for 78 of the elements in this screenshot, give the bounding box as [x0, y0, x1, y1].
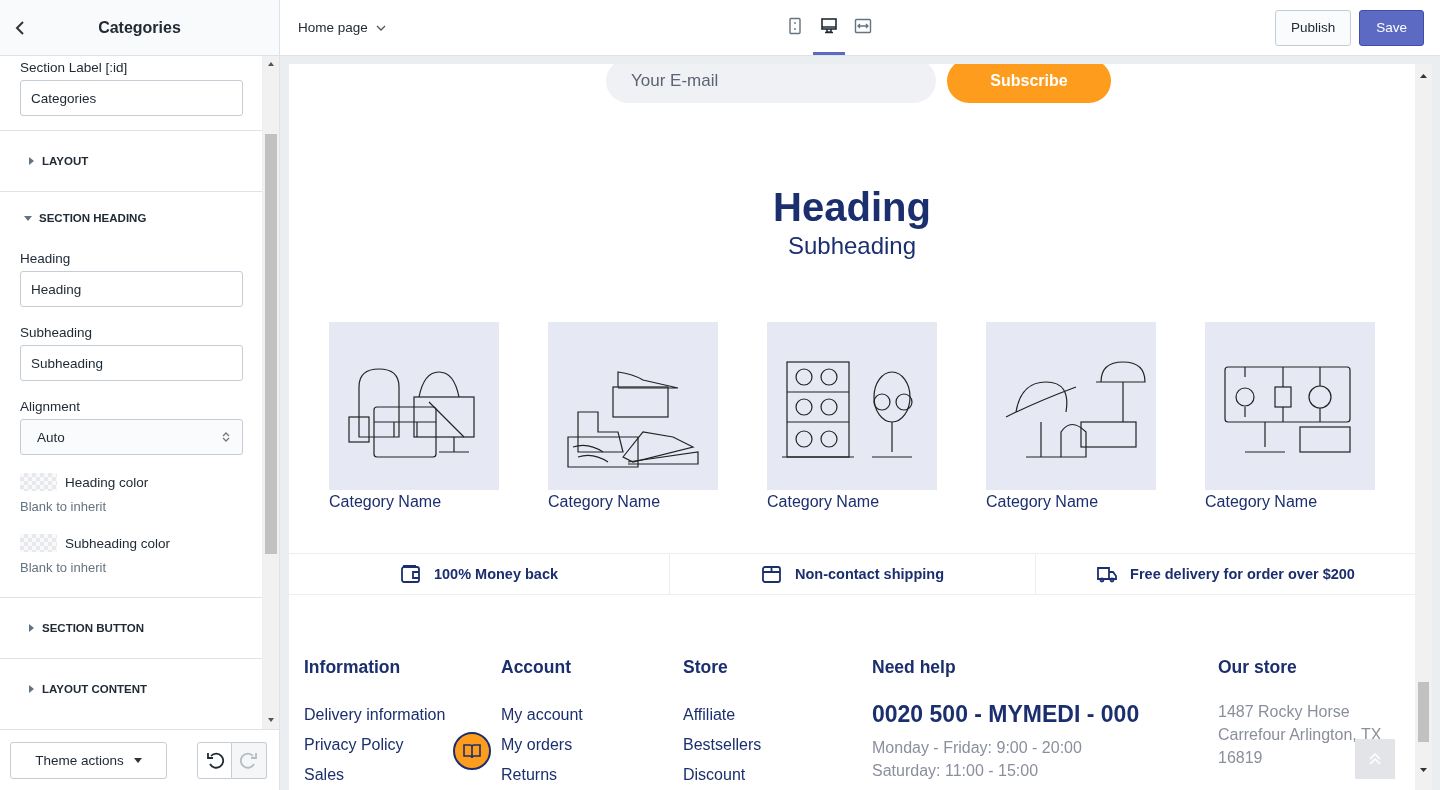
publish-button[interactable]: Publish [1274, 9, 1352, 46]
category-name[interactable]: Category Name [548, 493, 718, 511]
footer-link[interactable]: My orders [501, 730, 573, 760]
feature-label: Free delivery for order over $200 [1130, 566, 1355, 582]
field-label: Subheading [20, 325, 94, 340]
category-name[interactable]: Category Name [767, 493, 937, 511]
address-line: 1487 Rocky Horse [1218, 702, 1350, 722]
page-dropdown[interactable]: Home page [298, 20, 386, 35]
field-label: Alignment [20, 399, 82, 414]
field-label: Section Label [:id] [20, 60, 129, 75]
footer-link[interactable]: Discount [683, 760, 746, 790]
mobile-icon [786, 17, 804, 35]
text-field[interactable]: Categories [20, 80, 243, 116]
back-icon[interactable] [15, 20, 25, 36]
footer-heading: Account [501, 657, 571, 678]
email-field[interactable]: Your E-mail [606, 64, 936, 103]
field-label: Heading [20, 251, 72, 266]
scrollbar[interactable] [1415, 64, 1432, 790]
redo-icon [239, 750, 259, 770]
section-heading: Heading [772, 184, 932, 231]
wallet-icon [399, 564, 422, 584]
opening-hours: Saturday: 11:00 - 15:00 [872, 761, 1039, 781]
fullwidth-icon [854, 17, 872, 35]
hint-text: Blank to inherit [20, 499, 107, 514]
address-line: 16819 [1218, 748, 1263, 768]
section-toggle[interactable]: LAYOUT [0, 155, 89, 167]
feature-label: Non-contact shipping [795, 566, 944, 582]
footer-heading: Store [683, 657, 728, 678]
feature-label: 100% Money back [433, 566, 559, 582]
color-label: Heading color [65, 474, 149, 490]
eyeglasses-drawing[interactable] [767, 322, 937, 490]
scrollbar[interactable] [263, 56, 279, 729]
caret-icon [133, 757, 142, 763]
book-badge[interactable] [453, 732, 491, 770]
footer-link[interactable]: Bestsellers [683, 730, 762, 760]
book-icon [462, 743, 482, 759]
opening-hours: Monday - Friday: 9:00 - 20:00 [872, 738, 1082, 758]
footer-heading: Our store [1218, 657, 1297, 678]
triangle-icon [27, 624, 35, 632]
box-icon [761, 564, 783, 584]
color-swatch[interactable] [20, 534, 57, 552]
text-field[interactable]: Heading [20, 271, 243, 307]
footer-link[interactable]: Privacy Policy [304, 730, 404, 760]
triangle-icon [27, 685, 35, 693]
category-name[interactable]: Category Name [329, 493, 499, 511]
color-swatch[interactable] [20, 473, 57, 491]
undo-icon [204, 750, 225, 770]
category-name[interactable]: Category Name [1205, 493, 1375, 511]
up-down-icon [222, 431, 230, 443]
color-label: Subheading color [65, 535, 171, 551]
double-chevron-up-icon [1368, 752, 1382, 766]
save-button[interactable]: Save [1359, 9, 1424, 46]
category-name[interactable]: Category Name [986, 493, 1156, 511]
section-toggle[interactable]: SECTION HEADING [0, 212, 147, 224]
watches-drawing[interactable] [1205, 322, 1375, 490]
footer-link[interactable]: My account [501, 700, 583, 730]
triangle-icon [27, 157, 35, 165]
footer-heading: Information [304, 657, 401, 678]
footer-link[interactable]: Returns [501, 760, 558, 790]
section-subheading: Subheading [786, 231, 918, 261]
footer-link[interactable]: Delivery information [304, 700, 446, 730]
theme-actions-button[interactable]: Theme actions [10, 741, 167, 779]
truck-icon [1096, 564, 1119, 584]
footer-heading: Need help [872, 657, 956, 678]
undo-button[interactable] [197, 741, 232, 779]
bags-drawing[interactable] [329, 322, 499, 490]
hint-text: Blank to inherit [20, 560, 107, 575]
footer-link[interactable]: Sales [304, 760, 345, 790]
section-toggle[interactable]: LAYOUT CONTENT [0, 683, 147, 695]
phone-number: 0020 500 - MYMEDI - 000 [872, 700, 1140, 728]
panel-title: Categories [98, 18, 181, 37]
desktop-icon [820, 17, 838, 35]
footer-link[interactable]: Affiliate [683, 700, 736, 730]
text-field[interactable]: Subheading [20, 345, 243, 381]
chevron-icon [375, 24, 386, 31]
triangle-icon [24, 214, 32, 222]
section-toggle[interactable]: SECTION BUTTON [0, 622, 144, 634]
alignment-select[interactable]: Auto [20, 419, 243, 455]
